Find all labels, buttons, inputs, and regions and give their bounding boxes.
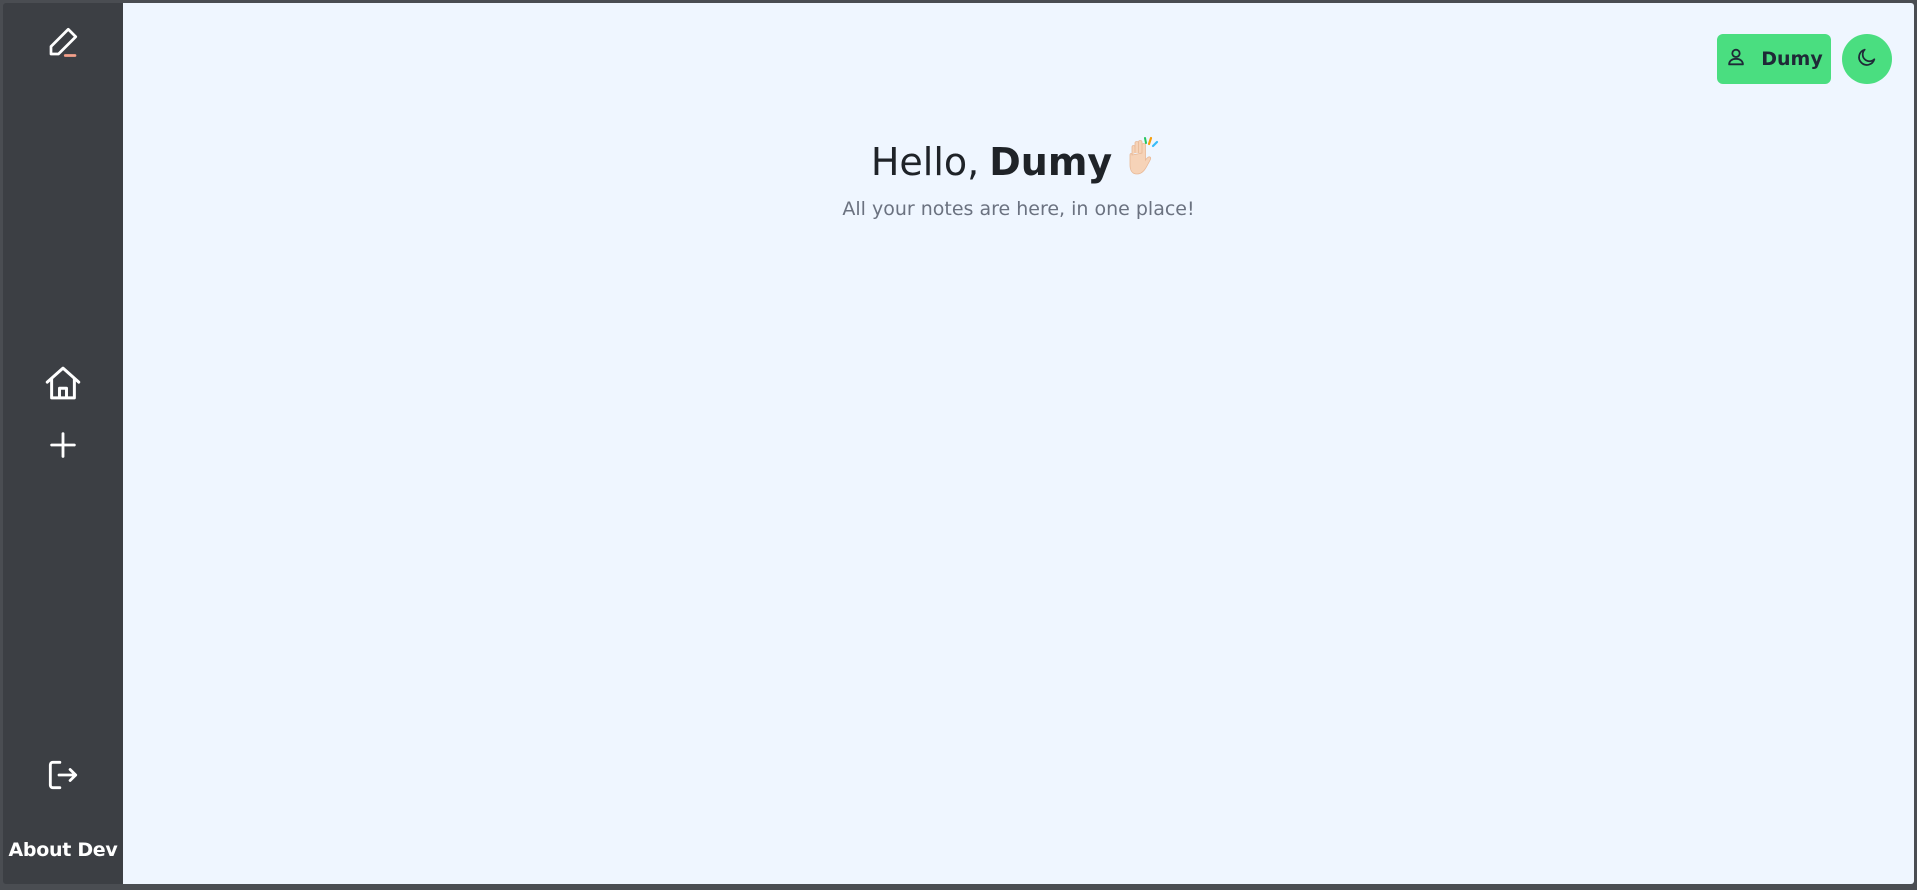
greeting-name: Dumy (989, 139, 1113, 184)
theme-toggle-button[interactable] (1842, 34, 1892, 84)
greeting-section: Hello, Dumy All your notes are here, in … (123, 133, 1914, 220)
app-window: About Dev Dumy Hello, Dumy All your note… (3, 3, 1914, 884)
logout-icon[interactable] (39, 751, 87, 799)
moon-icon (1856, 46, 1878, 72)
greeting-hello: Hello, (870, 139, 980, 184)
waving-hand-icon (1122, 133, 1166, 190)
plus-icon[interactable] (39, 421, 87, 469)
user-profile-button[interactable]: Dumy (1717, 34, 1831, 84)
user-icon (1725, 46, 1747, 73)
sidebar: About Dev (3, 3, 123, 884)
greeting-heading: Hello, Dumy (871, 133, 1166, 190)
about-dev-link[interactable]: About Dev (3, 839, 123, 861)
main-content: Dumy Hello, Dumy All your notes are here… (123, 3, 1914, 884)
greeting-subtitle: All your notes are here, in one place! (842, 198, 1195, 220)
pencil-icon[interactable] (39, 18, 87, 66)
home-icon[interactable] (39, 359, 87, 407)
user-name-label: Dumy (1761, 48, 1823, 70)
